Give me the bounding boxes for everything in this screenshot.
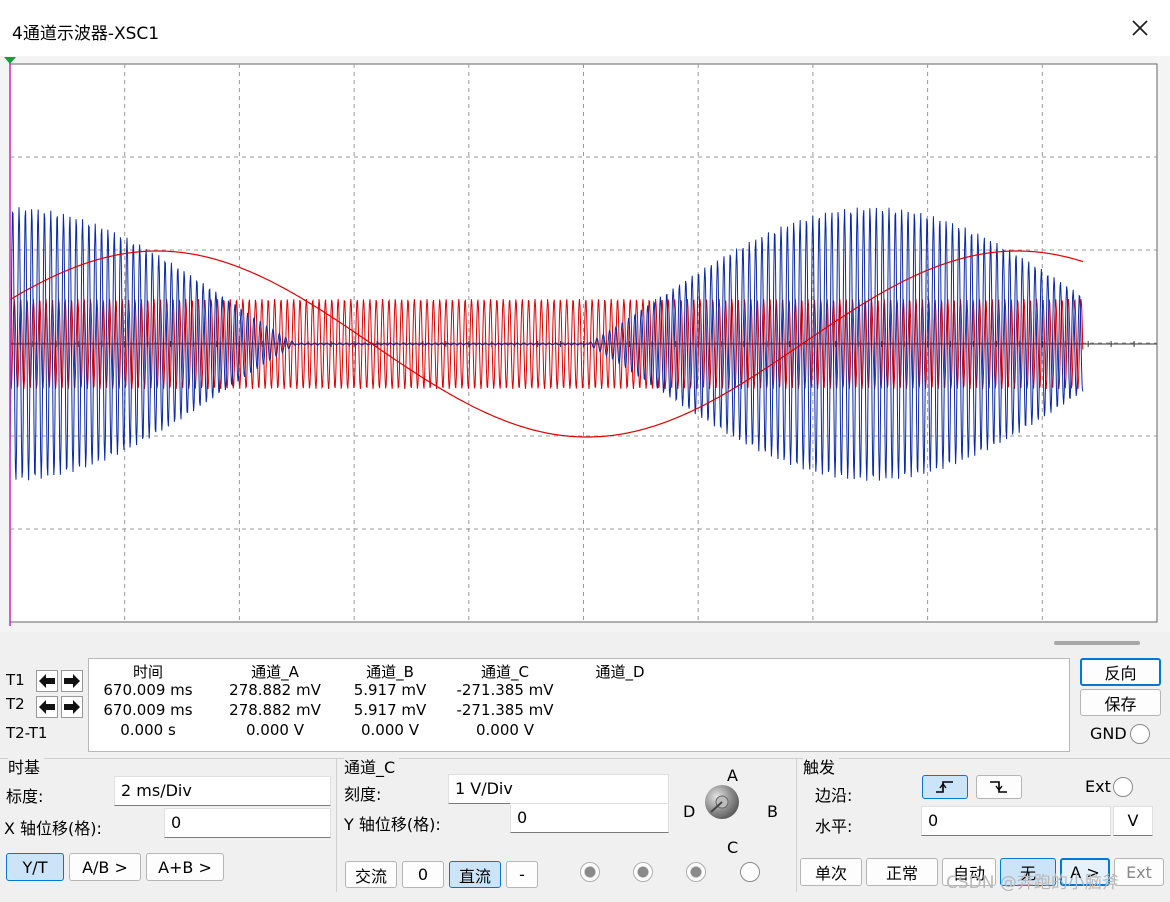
rising-edge-button[interactable] (922, 775, 968, 799)
channel-radio-c[interactable] (686, 862, 706, 882)
group-divider-1 (336, 758, 337, 892)
save-button[interactable]: 保存 (1080, 689, 1161, 716)
falling-edge-icon (990, 781, 1007, 793)
timebase-scale-field[interactable]: 2 ms/Div (114, 776, 331, 806)
watermark-text: CSDN @奔跑的小脑斧 (946, 873, 1119, 893)
coupling-ac-button[interactable]: 交流 (345, 861, 397, 888)
measurement-readout: 时间 通道_A 通道_B 通道_C 通道_D 670.009 ms 278.88… (88, 658, 1070, 752)
channel-group-title: 通道_C (344, 754, 400, 778)
readout-header-time: 时间 (132, 663, 163, 681)
cursor-marker-icon (4, 57, 16, 64)
t2-right-arrow-icon[interactable] (61, 696, 83, 718)
falling-edge-button[interactable] (976, 775, 1022, 799)
readout-t1-b: 5.917 mV (353, 681, 427, 699)
gnd-label: GND (1090, 724, 1127, 743)
channel-radio-d[interactable] (740, 862, 760, 882)
readout-header-b: 通道_B (366, 663, 414, 681)
mode-a-plus-b-button[interactable]: A+B > (146, 853, 224, 881)
gnd-radio[interactable] (1130, 724, 1150, 744)
channel-radio-b[interactable] (633, 862, 653, 882)
trigger-ext-radio[interactable] (1113, 777, 1133, 797)
rising-edge-icon (936, 781, 953, 793)
trigger-normal-button[interactable]: 正常 (866, 858, 938, 886)
trigger-source-ext-button[interactable]: Ext (1114, 858, 1164, 886)
t1-left-arrow-icon[interactable] (36, 670, 58, 692)
readout-diff-a: 0.000 V (246, 721, 304, 739)
channel-radio-a[interactable] (580, 862, 600, 882)
close-icon[interactable] (1128, 16, 1152, 40)
readout-t1-c: -271.385 mV (456, 681, 554, 699)
x-position-field[interactable]: 0 (164, 808, 331, 838)
readout-header-a: 通道_A (251, 663, 299, 681)
knob-label-c: C (727, 838, 739, 857)
knob-label-b: B (767, 802, 778, 821)
trigger-level-label: 水平: (815, 817, 853, 836)
scope-graph (4, 57, 1158, 626)
t1-right-arrow-icon[interactable] (61, 670, 83, 692)
t2-left-arrow-icon[interactable] (36, 696, 58, 718)
window-title: 4通道示波器-XSC1 (12, 24, 160, 44)
timebase-scale-label: 标度: (6, 787, 44, 806)
mode-yt-button[interactable]: Y/T (6, 853, 64, 881)
readout-diff-c: 0.000 V (476, 721, 534, 739)
knob-label-d: D (683, 802, 696, 821)
readout-header-d: 通道_D (595, 663, 645, 681)
timebase-group-title: 时基 (8, 754, 45, 778)
mode-ab-button[interactable]: A/B > (69, 853, 141, 881)
readout-t2-b: 5.917 mV (353, 701, 427, 719)
reverse-button[interactable]: 反向 (1080, 658, 1161, 686)
readout-header-c: 通道_C (481, 663, 529, 681)
group-top-line (0, 758, 1170, 759)
trigger-level-unit[interactable]: V (1113, 806, 1153, 836)
group-divider-2 (796, 758, 797, 892)
channel-selector-knob-icon[interactable] (702, 782, 742, 822)
y-position-label: Y 轴位移(格): (344, 815, 441, 834)
readout-t2-a: 278.882 mV (229, 701, 321, 719)
channel-scale-label: 刻度: (344, 785, 382, 804)
trigger-edge-label: 边沿: (815, 786, 853, 805)
readout-t2-time: 670.009 ms (103, 701, 193, 719)
coupling-minus-button[interactable]: - (506, 861, 538, 888)
title-bar: 4通道示波器-XSC1 (0, 0, 1170, 56)
channel-scale-field[interactable]: 1 V/Div (448, 774, 669, 804)
cursor-t1-label: T1 (6, 671, 25, 689)
readout-t1-time: 670.009 ms (103, 681, 193, 699)
readout-diff-time: 0.000 s (120, 721, 176, 739)
scope-display (0, 56, 1170, 632)
cursor-t2-label: T2 (6, 695, 25, 713)
trigger-ext-label: Ext (1085, 777, 1111, 796)
y-position-field[interactable]: 0 (510, 803, 669, 833)
readout-diff-b: 0.000 V (361, 721, 419, 739)
trigger-level-field[interactable]: 0 (921, 806, 1111, 836)
panel-splitter[interactable] (1054, 641, 1140, 645)
trigger-group-title: 触发 (803, 754, 840, 778)
coupling-dc-button[interactable]: 直流 (449, 861, 501, 888)
readout-t2-c: -271.385 mV (456, 701, 554, 719)
trigger-single-button[interactable]: 单次 (800, 858, 862, 886)
coupling-zero-button[interactable]: 0 (402, 861, 444, 888)
x-position-label: X 轴位移(格): (4, 819, 102, 838)
cursor-diff-label: T2-T1 (6, 724, 48, 742)
readout-t1-a: 278.882 mV (229, 681, 321, 699)
